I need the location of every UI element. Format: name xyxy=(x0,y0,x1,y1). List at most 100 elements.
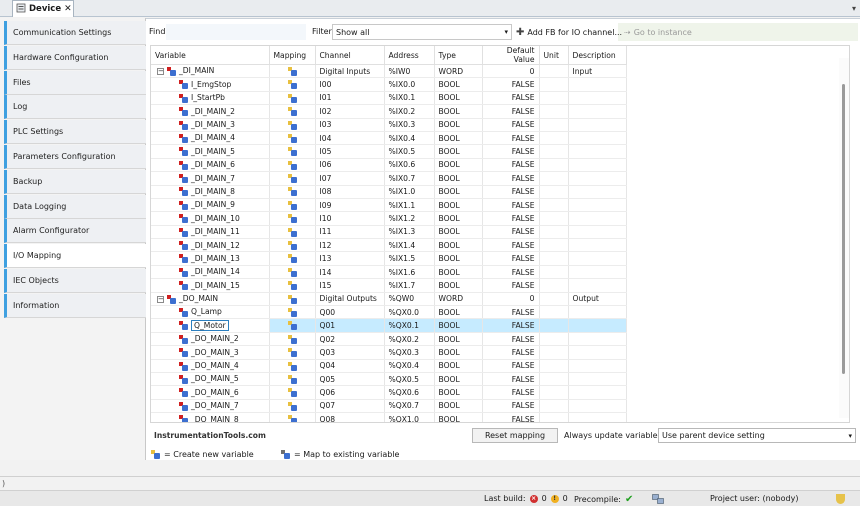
table-group-row[interactable]: − _DO_MAIN Digital Outputs %QW0 WORD 0 Output xyxy=(151,292,627,307)
mapping-cell[interactable] xyxy=(269,399,316,414)
default-value-cell[interactable]: FALSE xyxy=(482,158,540,173)
default-value-cell[interactable]: FALSE xyxy=(482,144,540,159)
variable-cell[interactable]: _DI_MAIN_10 xyxy=(151,211,270,226)
mapping-cell[interactable] xyxy=(269,359,316,373)
default-value-cell[interactable]: FALSE xyxy=(482,359,540,373)
variable-cell[interactable]: _DO_MAIN_6 xyxy=(151,385,270,400)
variable-cell[interactable]: _DI_MAIN_13 xyxy=(151,251,270,266)
table-row[interactable]: _DO_MAIN_4 Q04 %QX0.4 BOOL FALSE xyxy=(151,359,627,373)
mapping-cell[interactable] xyxy=(269,265,316,280)
default-value-cell[interactable]: FALSE xyxy=(482,412,540,422)
variable-cell[interactable]: _DO_MAIN_2 xyxy=(151,332,270,347)
add-fb-button[interactable]: ✚ Add FB for IO channel... xyxy=(516,24,622,40)
variable-cell[interactable]: _DI_MAIN_15 xyxy=(151,278,270,293)
default-value-cell[interactable]: FALSE xyxy=(482,399,540,414)
unit-cell[interactable] xyxy=(539,77,569,92)
column-header[interactable]: Type xyxy=(434,46,483,65)
table-row[interactable]: I_StartPb I01 %IX0.1 BOOL FALSE xyxy=(151,91,627,106)
sidebar-item-parameters-configuration[interactable]: Parameters Configuration xyxy=(4,145,146,169)
column-header[interactable]: Default Value xyxy=(482,46,540,65)
default-value-cell[interactable]: FALSE xyxy=(482,171,540,186)
reset-mapping-button[interactable]: Reset mapping xyxy=(472,428,558,443)
description-cell[interactable] xyxy=(568,77,627,92)
sidebar-item-data-logging[interactable]: Data Logging xyxy=(4,194,146,219)
mapping-cell[interactable] xyxy=(269,372,316,387)
description-cell[interactable] xyxy=(568,171,627,186)
column-header[interactable]: Channel xyxy=(315,46,385,65)
table-row[interactable]: _DI_MAIN_14 I14 %IX1.6 BOOL FALSE xyxy=(151,265,627,280)
mapping-cell[interactable] xyxy=(269,318,316,333)
shield-icon[interactable] xyxy=(836,494,845,504)
description-cell[interactable]: Input xyxy=(568,64,627,79)
unit-cell[interactable] xyxy=(539,278,569,293)
default-value-cell[interactable]: FALSE xyxy=(482,77,540,92)
mapping-cell[interactable] xyxy=(269,198,316,213)
default-value-cell[interactable]: FALSE xyxy=(482,305,540,320)
default-value-cell[interactable]: FALSE xyxy=(482,385,540,400)
description-cell[interactable] xyxy=(568,104,627,119)
unit-cell[interactable] xyxy=(539,91,569,106)
column-header[interactable]: Mapping xyxy=(269,46,316,65)
table-row[interactable]: Q_Motor Q01 %QX0.1 BOOL FALSE xyxy=(151,318,627,333)
unit-cell[interactable] xyxy=(539,292,569,307)
table-row[interactable]: I_EmgStop I00 %IX0.0 BOOL FALSE xyxy=(151,77,627,92)
mapping-cell[interactable] xyxy=(269,225,316,240)
unit-cell[interactable] xyxy=(539,345,569,360)
sidebar-item-communication-settings[interactable]: Communication Settings xyxy=(4,21,146,45)
description-cell[interactable] xyxy=(568,144,627,159)
default-value-cell[interactable]: FALSE xyxy=(482,251,540,266)
scrollbar-thumb[interactable] xyxy=(842,84,845,374)
default-value-cell[interactable]: FALSE xyxy=(482,198,540,213)
description-cell[interactable] xyxy=(568,345,627,360)
variable-cell[interactable]: _DI_MAIN_7 xyxy=(151,171,270,186)
table-row[interactable]: Q_Lamp Q00 %QX0.0 BOOL FALSE xyxy=(151,305,627,320)
table-row[interactable]: _DI_MAIN_3 I03 %IX0.3 BOOL FALSE xyxy=(151,118,627,132)
unit-cell[interactable] xyxy=(539,305,569,320)
unit-cell[interactable] xyxy=(539,318,569,333)
unit-cell[interactable] xyxy=(539,238,569,253)
unit-cell[interactable] xyxy=(539,225,569,240)
variable-cell[interactable]: I_EmgStop xyxy=(151,77,270,92)
mapping-cell[interactable] xyxy=(269,64,316,79)
table-row[interactable]: _DI_MAIN_13 I13 %IX1.5 BOOL FALSE xyxy=(151,251,627,266)
table-row[interactable]: _DI_MAIN_2 I02 %IX0.2 BOOL FALSE xyxy=(151,104,627,119)
description-cell[interactable] xyxy=(568,399,627,414)
sidebar-item-information[interactable]: Information xyxy=(4,293,146,318)
description-cell[interactable] xyxy=(568,211,627,226)
table-row[interactable]: _DI_MAIN_5 I05 %IX0.5 BOOL FALSE xyxy=(151,144,627,159)
description-cell[interactable] xyxy=(568,198,627,213)
mapping-cell[interactable] xyxy=(269,345,316,360)
table-row[interactable]: _DI_MAIN_11 I11 %IX1.3 BOOL FALSE xyxy=(151,225,627,240)
variable-cell[interactable]: _DI_MAIN_11 xyxy=(151,225,270,240)
table-row[interactable]: _DI_MAIN_9 I09 %IX1.1 BOOL FALSE xyxy=(151,198,627,213)
description-cell[interactable] xyxy=(568,158,627,173)
description-cell[interactable] xyxy=(568,385,627,400)
table-row[interactable]: _DI_MAIN_12 I12 %IX1.4 BOOL FALSE xyxy=(151,238,627,253)
vertical-scrollbar[interactable] xyxy=(839,58,849,418)
sidebar-item-alarm-configurator[interactable]: Alarm Configurator xyxy=(4,219,146,244)
default-value-cell[interactable]: FALSE xyxy=(482,91,540,106)
table-row[interactable]: _DO_MAIN_2 Q02 %QX0.2 BOOL FALSE xyxy=(151,332,627,347)
table-row[interactable]: _DI_MAIN_10 I10 %IX1.2 BOOL FALSE xyxy=(151,211,627,226)
default-value-cell[interactable]: FALSE xyxy=(482,332,540,347)
description-cell[interactable] xyxy=(568,265,627,280)
description-cell[interactable] xyxy=(568,332,627,347)
variable-cell[interactable]: I_StartPb xyxy=(151,91,270,106)
table-row[interactable]: _DI_MAIN_4 I04 %IX0.4 BOOL FALSE xyxy=(151,131,627,146)
find-input[interactable] xyxy=(166,24,306,40)
default-value-cell[interactable]: FALSE xyxy=(482,211,540,226)
variable-cell[interactable]: − _DO_MAIN xyxy=(151,292,270,307)
unit-cell[interactable] xyxy=(539,198,569,213)
description-cell[interactable] xyxy=(568,225,627,240)
table-group-row[interactable]: − _DI_MAIN Digital Inputs %IW0 WORD 0 Input xyxy=(151,64,627,79)
mapping-cell[interactable] xyxy=(269,251,316,266)
mapping-cell[interactable] xyxy=(269,185,316,199)
unit-cell[interactable] xyxy=(539,104,569,119)
mapping-cell[interactable] xyxy=(269,91,316,106)
description-cell[interactable]: Output xyxy=(568,292,627,307)
description-cell[interactable] xyxy=(568,118,627,132)
default-value-cell[interactable]: FALSE xyxy=(482,104,540,119)
column-header[interactable]: Unit xyxy=(539,46,569,65)
description-cell[interactable] xyxy=(568,412,627,422)
variable-cell[interactable]: _DI_MAIN_2 xyxy=(151,104,270,119)
